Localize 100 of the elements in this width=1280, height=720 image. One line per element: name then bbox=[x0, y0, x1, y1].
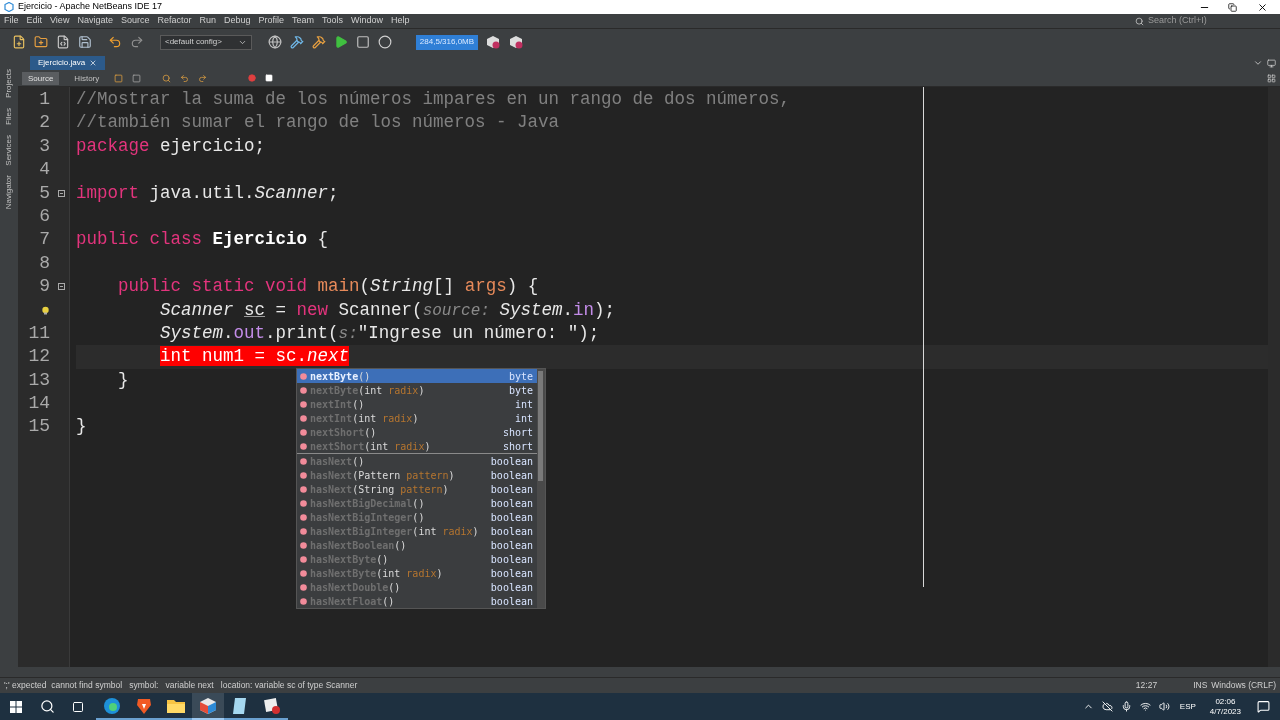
save-icon[interactable] bbox=[78, 35, 92, 49]
menu-item[interactable]: Help bbox=[387, 14, 414, 28]
side-tab[interactable]: Files bbox=[3, 107, 15, 125]
microphone-icon[interactable] bbox=[1120, 701, 1132, 712]
task-view-icon[interactable] bbox=[72, 700, 84, 713]
code-token: ); bbox=[594, 299, 615, 320]
find-icon[interactable] bbox=[162, 73, 172, 83]
return-type: boolean bbox=[490, 468, 533, 483]
language-indicator[interactable]: ESP bbox=[1179, 700, 1196, 713]
split-icon[interactable] bbox=[1267, 73, 1276, 83]
stop-icon[interactable] bbox=[265, 74, 274, 82]
code-token: public static void bbox=[118, 276, 309, 297]
code-token: args bbox=[464, 276, 507, 297]
insert-mode: INS bbox=[1193, 679, 1208, 692]
side-tab[interactable]: Navigator bbox=[3, 175, 15, 210]
restore-icon[interactable] bbox=[1228, 2, 1237, 12]
volume-icon[interactable] bbox=[1158, 701, 1170, 712]
hammer-icon[interactable] bbox=[290, 35, 304, 49]
windows-start-icon[interactable] bbox=[10, 700, 22, 713]
menu-item[interactable]: Window bbox=[347, 14, 388, 28]
tab-list-icon[interactable] bbox=[1253, 58, 1263, 68]
return-type: byte bbox=[508, 383, 533, 398]
cursor-position: 12:27 bbox=[1135, 679, 1158, 692]
code-token: .print( bbox=[265, 322, 339, 343]
cloud-icon[interactable] bbox=[1101, 701, 1113, 712]
config-dropdown[interactable]: <default config> bbox=[160, 34, 252, 50]
menu-item[interactable]: Run bbox=[195, 14, 220, 28]
menu-item[interactable]: Edit bbox=[22, 14, 47, 28]
menu-item[interactable]: Tools bbox=[318, 14, 348, 28]
code-token: Scanner( bbox=[338, 299, 423, 320]
menu-item[interactable]: Profile bbox=[254, 14, 289, 28]
folder-icon bbox=[167, 698, 185, 713]
clock-date[interactable]: 4/7/2023 bbox=[1209, 706, 1241, 717]
menu-item[interactable]: Refactor bbox=[153, 14, 196, 28]
code-token: = bbox=[275, 299, 288, 320]
line-number: 11 bbox=[28, 321, 50, 345]
fold-icon[interactable] bbox=[58, 189, 65, 197]
forward-icon[interactable] bbox=[198, 73, 208, 83]
error-highlight: next bbox=[307, 346, 350, 367]
globe-icon[interactable] bbox=[268, 35, 282, 49]
notifications-icon[interactable] bbox=[1257, 700, 1270, 713]
menu-item[interactable]: File bbox=[0, 14, 23, 28]
menu-item[interactable]: Navigate bbox=[73, 14, 117, 28]
lightbulb-icon[interactable] bbox=[41, 305, 50, 315]
run-icon[interactable] bbox=[334, 35, 348, 49]
line-ending: Windows (CRLF) bbox=[1211, 679, 1276, 692]
menu-item[interactable]: Team bbox=[288, 14, 319, 28]
scrollbar-thumb[interactable] bbox=[538, 371, 543, 481]
side-tab[interactable]: Services bbox=[3, 134, 15, 166]
menu-item[interactable]: Debug bbox=[220, 14, 255, 28]
code-token: out bbox=[233, 322, 266, 343]
code-token: Scanner bbox=[160, 299, 235, 320]
close-icon[interactable] bbox=[1257, 1, 1268, 13]
line-number: 4 bbox=[39, 158, 50, 182]
view-tab[interactable]: Source bbox=[22, 71, 60, 85]
menu-item[interactable]: View bbox=[46, 14, 74, 28]
code-token: . bbox=[223, 322, 234, 343]
code-token: source: bbox=[422, 301, 491, 320]
gc-cube-icon[interactable] bbox=[486, 34, 501, 50]
line-number: 5 bbox=[39, 181, 50, 205]
line-number: 14 bbox=[28, 392, 50, 416]
return-type: boolean bbox=[490, 594, 533, 609]
side-tab[interactable]: Projects bbox=[3, 69, 15, 98]
code-token: ( bbox=[359, 276, 371, 297]
return-type: int bbox=[514, 411, 533, 426]
return-type: boolean bbox=[490, 496, 533, 511]
record-icon[interactable] bbox=[248, 74, 257, 82]
fold-icon[interactable] bbox=[58, 283, 65, 291]
new-file-icon[interactable] bbox=[12, 35, 26, 49]
app-logo-icon bbox=[4, 2, 14, 12]
return-type: boolean bbox=[490, 580, 533, 595]
new-project-icon[interactable] bbox=[34, 35, 48, 49]
gc-cube-icon[interactable] bbox=[509, 34, 524, 50]
view-tab[interactable]: History bbox=[68, 71, 106, 85]
clock-time[interactable]: 02:06 bbox=[1215, 696, 1236, 707]
line-number: 7 bbox=[39, 228, 50, 252]
horizontal-scrollbar[interactable] bbox=[18, 667, 1280, 677]
network-icon[interactable] bbox=[1139, 701, 1151, 712]
open-project-icon[interactable] bbox=[56, 35, 70, 49]
redo-icon[interactable] bbox=[130, 35, 144, 49]
window-title: Ejercicio - Apache NetBeans IDE 17 bbox=[18, 0, 163, 14]
image-icon bbox=[263, 696, 281, 715]
completion-item[interactable]: nextByte() byte bbox=[297, 369, 537, 383]
line-number: 6 bbox=[39, 204, 50, 228]
return-type: boolean bbox=[490, 510, 533, 525]
lion-shield-icon bbox=[136, 696, 152, 715]
search-icon[interactable] bbox=[40, 699, 55, 714]
line-number: 15 bbox=[28, 415, 50, 439]
return-type: boolean bbox=[490, 454, 533, 469]
code-token: System bbox=[160, 322, 224, 343]
broom-hammer-icon[interactable] bbox=[312, 35, 326, 49]
taskbar-app[interactable] bbox=[192, 693, 224, 720]
code-token: sc bbox=[244, 299, 266, 320]
menu-item[interactable]: Source bbox=[116, 14, 154, 28]
code-token: in bbox=[572, 299, 594, 320]
editor-tab[interactable]: Ejercicio.java bbox=[30, 56, 106, 70]
undo-icon[interactable] bbox=[108, 35, 122, 49]
code-token: ) { bbox=[506, 276, 539, 297]
back-icon[interactable] bbox=[180, 73, 190, 83]
line-number: 9 bbox=[39, 275, 50, 299]
